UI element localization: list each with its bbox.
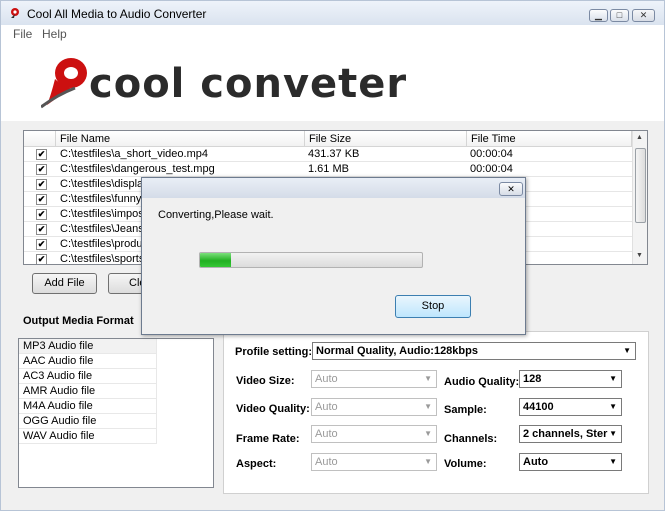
scroll-thumb[interactable]: [635, 148, 646, 223]
file-time-cell: 00:00:04: [470, 163, 513, 175]
video-size-value: Auto: [315, 373, 338, 385]
row-checkbox[interactable]: ✔: [36, 194, 47, 205]
chevron-down-icon: ▼: [609, 402, 617, 411]
stop-button[interactable]: Stop: [395, 295, 471, 318]
minimize-button[interactable]: ▁: [589, 9, 608, 22]
channels-label: Channels:: [444, 433, 498, 445]
chevron-down-icon: ▼: [609, 457, 617, 466]
format-item-wav[interactable]: WAV Audio file: [19, 429, 157, 444]
volume-label: Volume:: [444, 458, 487, 470]
menu-bar: File Help: [1, 25, 664, 41]
scroll-down-arrow-icon[interactable]: ▼: [636, 252, 643, 259]
chevron-down-icon: ▼: [424, 457, 432, 466]
format-item-amr[interactable]: AMR Audio file: [19, 384, 157, 399]
sample-value: 44100: [523, 401, 554, 413]
file-time-cell: 00:00:04: [470, 148, 513, 160]
video-quality-label: Video Quality:: [236, 403, 310, 415]
add-file-button[interactable]: Add File: [32, 273, 97, 294]
maximize-button[interactable]: □: [610, 9, 629, 22]
file-name-cell: C:\testfiles\a_short_video.mp4: [60, 148, 208, 160]
chevron-down-icon: ▼: [424, 429, 432, 438]
close-button[interactable]: ✕: [632, 9, 655, 22]
output-format-list: MP3 Audio file AAC Audio file AC3 Audio …: [18, 338, 214, 488]
menu-file[interactable]: File: [13, 27, 32, 41]
row-checkbox[interactable]: ✔: [36, 209, 47, 220]
audio-quality-value: 128: [523, 373, 542, 385]
conversion-progress-bar: [199, 252, 423, 268]
aspect-value: Auto: [315, 456, 338, 468]
title-bar[interactable]: Cool All Media to Audio Converter ▁ □ ✕: [1, 1, 664, 25]
audio-quality-label: Audio Quality:: [444, 376, 520, 388]
volume-value: Auto: [523, 456, 549, 468]
format-item-ogg[interactable]: OGG Audio file: [19, 414, 157, 429]
channels-select[interactable]: 2 channels, Ster ▼: [519, 425, 622, 443]
table-row[interactable]: ✔ C:\testfiles\a_short_video.mp4 431.37 …: [24, 147, 632, 162]
converting-dialog: ✕ Converting,Please wait. Stop: [141, 177, 526, 335]
logo-icon: [41, 58, 87, 109]
sample-label: Sample:: [444, 404, 487, 416]
format-item-aac[interactable]: AAC Audio file: [19, 354, 157, 369]
window-title: Cool All Media to Audio Converter: [27, 7, 207, 21]
frame-rate-select[interactable]: Auto ▼: [311, 425, 437, 443]
chevron-down-icon: ▼: [609, 429, 617, 438]
output-format-label: Output Media Format: [23, 315, 134, 327]
format-item-m4a[interactable]: M4A Audio file: [19, 399, 157, 414]
column-header-file-size[interactable]: File Size: [305, 131, 467, 147]
converting-message: Converting,Please wait.: [158, 209, 274, 221]
aspect-label: Aspect:: [236, 458, 277, 470]
profile-setting-label: Profile setting:: [235, 346, 313, 358]
chevron-down-icon: ▼: [424, 374, 432, 383]
video-size-label: Video Size:: [236, 375, 295, 387]
progress-fill: [200, 253, 232, 267]
banner: cool conveter: [1, 41, 664, 121]
file-size-cell: 431.37 KB: [308, 148, 360, 160]
main-window: Cool All Media to Audio Converter ▁ □ ✕ …: [0, 0, 665, 511]
file-table-scrollbar[interactable]: ▲ ▼: [632, 131, 647, 264]
frame-rate-value: Auto: [315, 428, 338, 440]
column-header-file-name[interactable]: File Name: [56, 131, 305, 147]
sample-select[interactable]: 44100 ▼: [519, 398, 622, 416]
file-name-cell: C:\testfiles\dangerous_test.mpg: [60, 163, 215, 175]
chevron-down-icon: ▼: [623, 346, 631, 355]
profile-select[interactable]: Normal Quality, Audio:128kbps ▼: [312, 342, 636, 360]
table-row[interactable]: ✔ C:\testfiles\dangerous_test.mpg 1.61 M…: [24, 162, 632, 177]
menu-help[interactable]: Help: [42, 27, 67, 41]
video-size-select[interactable]: Auto ▼: [311, 370, 437, 388]
profile-value: Normal Quality, Audio:128kbps: [316, 345, 478, 357]
chevron-down-icon: ▼: [609, 374, 617, 383]
column-header-check[interactable]: [24, 131, 56, 147]
dialog-title-bar[interactable]: ✕: [142, 178, 525, 198]
row-checkbox[interactable]: ✔: [36, 239, 47, 250]
frame-rate-label: Frame Rate:: [236, 433, 300, 445]
video-quality-value: Auto: [315, 401, 338, 413]
volume-select[interactable]: Auto ▼: [519, 453, 622, 471]
format-item-mp3[interactable]: MP3 Audio file: [19, 339, 157, 354]
file-size-cell: 1.61 MB: [308, 163, 349, 175]
format-item-ac3[interactable]: AC3 Audio file: [19, 369, 157, 384]
aspect-select[interactable]: Auto ▼: [311, 453, 437, 471]
column-header-file-time[interactable]: File Time: [467, 131, 632, 147]
dialog-close-button[interactable]: ✕: [499, 182, 523, 196]
row-checkbox[interactable]: ✔: [36, 149, 47, 160]
row-checkbox[interactable]: ✔: [36, 179, 47, 190]
logo-text: cool conveter: [89, 61, 408, 107]
settings-panel: Profile setting: Normal Quality, Audio:1…: [223, 331, 649, 494]
app-icon: [11, 8, 19, 18]
scroll-up-arrow-icon[interactable]: ▲: [636, 134, 643, 141]
row-checkbox[interactable]: ✔: [36, 254, 47, 264]
chevron-down-icon: ▼: [424, 402, 432, 411]
audio-quality-select[interactable]: 128 ▼: [519, 370, 622, 388]
video-quality-select[interactable]: Auto ▼: [311, 398, 437, 416]
row-checkbox[interactable]: ✔: [36, 164, 47, 175]
row-checkbox[interactable]: ✔: [36, 224, 47, 235]
channels-value: 2 channels, Ster: [523, 428, 608, 440]
